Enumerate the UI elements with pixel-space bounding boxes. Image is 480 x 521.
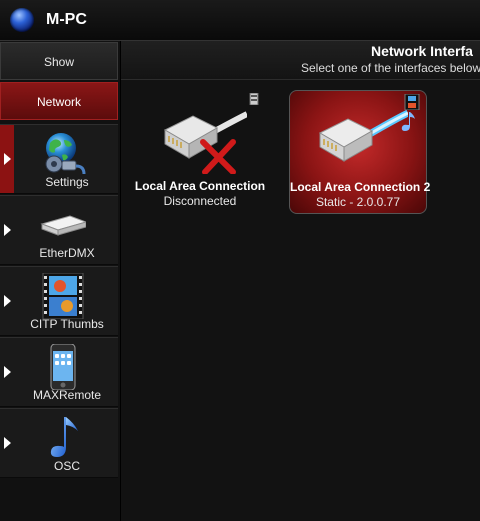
- expand-arrow-icon[interactable]: [4, 224, 11, 236]
- network-button[interactable]: Network: [0, 82, 118, 120]
- interface-status: Disconnected: [163, 194, 237, 208]
- expand-arrow-icon[interactable]: [4, 153, 11, 165]
- main-panel: Network Interfa Select one of the interf…: [121, 41, 480, 521]
- device-badge-icon: [249, 93, 259, 105]
- film-strip-icon: [42, 273, 84, 319]
- expand-arrow-icon[interactable]: [4, 366, 11, 378]
- sidebar: Show Network Settings EtherDMX CITP Thum…: [0, 41, 120, 521]
- sidebar-item-label: OSC: [53, 459, 80, 473]
- expand-arrow-icon[interactable]: [4, 295, 11, 307]
- sidebar-item-label: EtherDMX: [39, 246, 95, 260]
- sidebar-item-citp-thumbs[interactable]: CITP Thumbs: [0, 266, 118, 336]
- phone-icon: [50, 344, 76, 390]
- interface-card-local-area-connection[interactable]: Local Area Connection Disconnected: [131, 90, 269, 214]
- show-button[interactable]: Show: [0, 42, 118, 80]
- sidebar-item-maxremote[interactable]: MAXRemote: [0, 337, 118, 407]
- interface-status: Static - 2.0.0.77: [315, 195, 401, 209]
- interface-name: Local Area Connection: [134, 179, 266, 193]
- sidebar-item-label: MAXRemote: [32, 388, 102, 402]
- expand-arrow-icon[interactable]: [4, 437, 11, 449]
- sidebar-item-etherdmx[interactable]: EtherDMX: [0, 195, 118, 265]
- ethernet-disconnected-icon: [163, 111, 247, 174]
- page-title: Network Interfa: [371, 43, 473, 59]
- interface-card-local-area-connection-2[interactable]: Local Area Connection 2 Static - 2.0.0.7…: [289, 90, 431, 214]
- sidebar-item-osc[interactable]: OSC: [0, 408, 118, 478]
- sidebar-item-settings[interactable]: Settings: [0, 124, 118, 194]
- interface-name: Local Area Connection 2: [290, 180, 431, 194]
- sidebar-item-label: Settings: [45, 175, 89, 189]
- panel-header: Network Interfa Select one of the interf…: [121, 41, 480, 80]
- page-subtitle: Select one of the interfaces below: [301, 61, 480, 75]
- sidebar-item-label: CITP Thumbs: [30, 317, 104, 331]
- title-bar: M-PC: [0, 0, 480, 41]
- app-logo-icon: [10, 8, 34, 32]
- music-note-icon: [50, 417, 78, 457]
- app-title: M-PC: [46, 11, 87, 28]
- ethernet-connected-icon: [318, 109, 408, 162]
- network-device-icon: [40, 215, 86, 236]
- globe-gear-icon: [45, 133, 86, 175]
